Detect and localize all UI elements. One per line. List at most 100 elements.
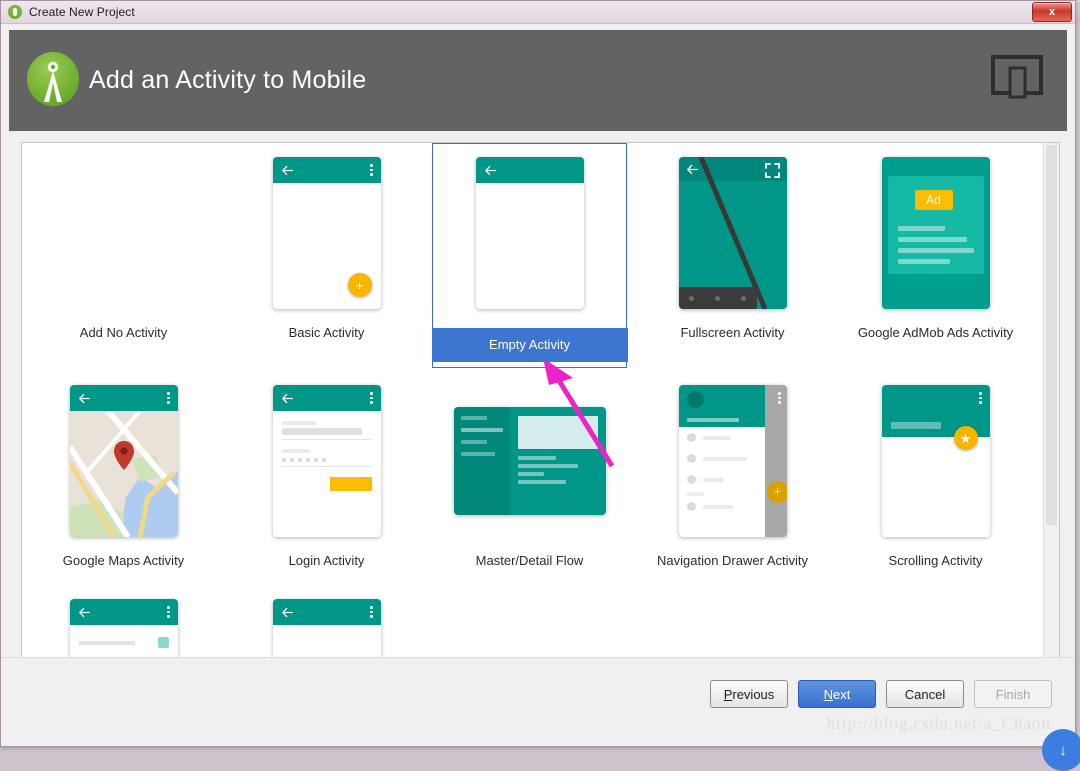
phone-mock: [70, 385, 178, 537]
thumb-admob: Ad: [834, 143, 1037, 323]
template-label: Navigation Drawer Activity: [657, 553, 808, 569]
thumb-fullscreen: [631, 143, 834, 323]
previous-mnemonic: P: [724, 687, 733, 702]
template-card-partial[interactable]: [22, 599, 225, 658]
template-label-selected: Empty Activity: [432, 328, 628, 362]
previous-rest: revious: [732, 687, 774, 702]
thumb-empty-placeholder: [22, 143, 225, 323]
thumb-maps: [22, 371, 225, 551]
fullscreen-expand-icon: [765, 163, 780, 178]
template-label: Fullscreen Activity: [680, 325, 784, 341]
overflow-menu-icon: [778, 392, 781, 404]
cancel-button[interactable]: Cancel: [886, 680, 964, 708]
template-card-master-detail-flow[interactable]: Master/Detail Flow: [428, 371, 631, 599]
thumb-partial-blank: [225, 599, 428, 658]
dialog-footer: Previous Next Cancel Finish http://blog.…: [1, 657, 1075, 746]
template-card-basic-activity[interactable]: + Basic Activity: [225, 143, 428, 371]
finish-button: Finish: [974, 680, 1052, 708]
phone-mock: [476, 157, 584, 309]
back-arrow-icon: [281, 606, 294, 619]
overflow-menu-icon: [979, 392, 982, 404]
screen-root: Create New Project x Add an Activity to …: [0, 0, 1080, 757]
login-form: [273, 411, 381, 501]
phone-mock: +: [273, 157, 381, 309]
app-bar: [70, 599, 178, 625]
template-card-login-activity[interactable]: Login Activity: [225, 371, 428, 599]
overflow-menu-icon: [370, 392, 373, 404]
thumb-scrolling: ★: [834, 371, 1037, 551]
thumb-navdrawer: +: [631, 371, 834, 551]
thumb-empty: [428, 143, 631, 323]
checkbox-icon: [158, 637, 169, 648]
back-arrow-icon: [78, 606, 91, 619]
nav-bar: [679, 287, 757, 309]
ad-badge: Ad: [915, 190, 953, 210]
email-label: [282, 421, 316, 425]
sign-in-button: [330, 477, 372, 491]
app-bar: [273, 157, 381, 183]
template-label: Master/Detail Flow: [476, 553, 584, 569]
template-card-scrolling-activity[interactable]: ★ Scrolling Activity: [834, 371, 1037, 599]
drawer-item: [679, 496, 765, 517]
template-gallery[interactable]: Add No Activity +: [21, 142, 1060, 658]
template-card-fullscreen-activity[interactable]: Fullscreen Activity: [631, 143, 834, 371]
template-label: Google Maps Activity: [63, 553, 184, 569]
template-card-navigation-drawer-activity[interactable]: +: [631, 371, 834, 599]
app-bar: [476, 157, 584, 183]
drawer-header: [679, 385, 765, 427]
template-card-admob-activity[interactable]: Ad Google AdMob Ads Activity: [834, 143, 1037, 371]
overflow-menu-icon: [370, 606, 373, 618]
phone-mock: [70, 599, 178, 658]
password-label: [282, 449, 310, 453]
next-button[interactable]: Next: [798, 680, 876, 708]
gallery-scrollbar[interactable]: [1043, 143, 1059, 657]
template-label: Basic Activity: [289, 325, 365, 341]
master-detail-mock: [454, 407, 606, 515]
close-button[interactable]: x: [1032, 2, 1072, 22]
dialog-title: Create New Project: [29, 5, 135, 19]
account-name: [687, 418, 739, 422]
detail-pane: [510, 407, 606, 515]
password-field: [282, 458, 372, 462]
template-card-empty-activity[interactable]: Empty Activity: [428, 143, 631, 371]
map-illustration: [70, 411, 178, 537]
email-field: [282, 428, 362, 435]
drawer-panel: [679, 385, 765, 537]
app-bar-title: [891, 422, 941, 429]
template-card-partial[interactable]: [225, 599, 428, 658]
nav-drawer-mock: +: [679, 385, 787, 537]
overflow-menu-icon: [167, 392, 170, 404]
field-underline: [282, 466, 372, 467]
thumb-login: [225, 371, 428, 551]
app-bar: [273, 599, 381, 625]
button-row: Previous Next Cancel Finish: [710, 680, 1052, 708]
thumb-partial-settings: [22, 599, 225, 658]
android-studio-logo: [27, 52, 79, 110]
overflow-menu-icon: [370, 164, 373, 176]
fullscreen-mock: [679, 157, 787, 309]
scrollbar-thumb[interactable]: [1046, 145, 1057, 525]
master-list: [454, 407, 510, 515]
compass-glyph: [41, 60, 65, 104]
next-rest: ext: [833, 687, 850, 702]
template-card-add-no-activity[interactable]: Add No Activity: [22, 143, 225, 371]
thumb-basic: +: [225, 143, 428, 323]
template-label: Scrolling Activity: [889, 553, 983, 569]
phone-tablet-icon: [991, 55, 1043, 99]
template-grid: Add No Activity +: [22, 143, 1040, 658]
thumb-masterdetail: [428, 371, 631, 551]
dialog-titlebar: Create New Project x: [1, 1, 1075, 24]
back-arrow-icon: [281, 392, 294, 405]
previous-button[interactable]: Previous: [710, 680, 788, 708]
template-label: Google AdMob Ads Activity: [858, 325, 1013, 341]
corner-badge-icon[interactable]: ↓: [1042, 729, 1080, 771]
drawer-item: [679, 427, 765, 448]
next-mnemonic: N: [824, 687, 833, 702]
overflow-menu-icon: [167, 606, 170, 618]
avatar: [687, 391, 704, 408]
fab-star-icon: ★: [954, 426, 978, 450]
page-title: Add an Activity to Mobile: [89, 66, 366, 95]
dialog-header: Add an Activity to Mobile: [9, 30, 1067, 131]
template-card-maps-activity[interactable]: Google Maps Activity: [22, 371, 225, 599]
phone-mock: ★: [882, 385, 990, 537]
